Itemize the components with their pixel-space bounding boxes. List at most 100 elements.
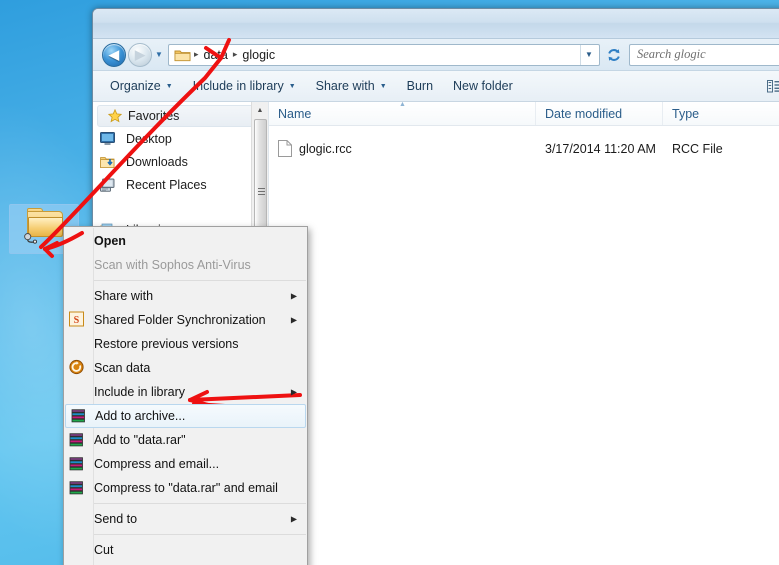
back-arrow-icon: ◀	[109, 47, 119, 62]
toolbar-share-with[interactable]: Share with ▼	[307, 75, 396, 97]
generic-file-icon	[278, 140, 292, 157]
chevron-down-icon: ▼	[585, 50, 593, 59]
winrar-icon	[69, 456, 86, 473]
context-menu-item-restore-previous-versions-label: Restore previous versions	[94, 337, 239, 351]
context-menu-separator	[94, 503, 306, 504]
context-menu-separator	[94, 534, 306, 535]
table-row[interactable]: glogic.rcc 3/17/2014 11:20 AM RCC File	[269, 137, 779, 160]
column-header-date-modified[interactable]: Date modified	[536, 102, 663, 125]
context-menu-item-include-in-library[interactable]: Include in library ▶	[64, 380, 307, 404]
context-menu-item-compress-to-data-rar-and-email[interactable]: Compress to "data.rar" and email	[64, 476, 307, 500]
chevron-down-icon: ▼	[379, 82, 387, 90]
context-menu-item-scan-data-label: Scan data	[94, 361, 151, 375]
refresh-icon	[608, 48, 620, 61]
context-menu: Open Scan with Sophos Anti-Virus Share w…	[63, 226, 308, 565]
toolbar-burn[interactable]: Burn	[398, 75, 442, 97]
context-menu-item-include-in-library-label: Include in library	[94, 385, 186, 399]
nav-group-favorites[interactable]: Favorites	[97, 105, 264, 127]
column-header-name[interactable]: Name ▲	[269, 101, 536, 125]
window-titlebar[interactable]	[93, 9, 779, 39]
context-menu-item-add-to-data-rar-label: Add to "data.rar"	[94, 433, 186, 447]
column-header-date-modified-label: Date modified	[545, 106, 623, 121]
change-view-icon[interactable]	[767, 79, 779, 93]
search-placeholder: Search glogic	[637, 47, 706, 61]
svg-text:S: S	[74, 315, 80, 326]
recent-places-icon	[100, 178, 115, 192]
context-menu-item-restore-previous-versions[interactable]: Restore previous versions	[64, 332, 307, 356]
file-list-column-header: Name ▲ Date modified Type	[269, 101, 779, 126]
breadcrumb-glogic[interactable]: glogic	[238, 46, 279, 64]
desktop-icon	[100, 131, 115, 145]
sophos-s-icon: S	[69, 311, 86, 329]
context-menu-item-scan-sophos[interactable]: Scan with Sophos Anti-Virus	[64, 253, 307, 277]
file-date-cell: 3/17/2014 11:20 AM	[545, 141, 656, 156]
context-menu-item-cut-label: Cut	[94, 543, 114, 557]
sidebar-item-desktop-label: Desktop	[126, 131, 172, 146]
context-menu-item-shared-folder-sync-label: Shared Folder Synchronization	[94, 313, 266, 327]
column-header-type[interactable]: Type	[663, 102, 779, 125]
winrar-icon	[69, 432, 86, 449]
toolbar-organize[interactable]: Organize ▼	[101, 75, 182, 97]
context-menu-item-scan-data[interactable]: Scan data	[64, 356, 307, 380]
context-menu-item-add-to-archive[interactable]: Add to archive...	[65, 404, 306, 428]
nav-group-favorites-label: Favorites	[128, 109, 180, 123]
refresh-button[interactable]	[603, 44, 625, 66]
sidebar-item-desktop[interactable]: Desktop	[93, 127, 268, 150]
sidebar-item-downloads-label: Downloads	[126, 154, 188, 169]
context-menu-item-compress-to-data-rar-and-email-label: Compress to "data.rar" and email	[94, 481, 278, 495]
winrar-icon	[69, 480, 86, 497]
context-menu-separator	[94, 280, 306, 281]
back-button[interactable]: ◀	[102, 42, 126, 67]
scroll-up-button[interactable]: ▲	[252, 102, 268, 118]
file-name-cell: glogic.rcc	[269, 140, 536, 157]
search-input[interactable]: Search glogic	[629, 43, 779, 66]
recent-pages-button[interactable]: ▼	[152, 43, 166, 67]
column-header-name-label: Name	[278, 106, 312, 121]
sidebar-item-recent-places[interactable]: Recent Places	[93, 173, 268, 196]
chevron-down-icon: ▼	[288, 82, 296, 90]
sidebar-item-recent-places-label: Recent Places	[126, 177, 207, 192]
address-bar-row: ◀ ▶ ▼ ▸ data ▸ glogic ▼ Search glogic	[93, 39, 779, 71]
forward-arrow-icon: ▶	[135, 47, 145, 62]
forward-button[interactable]: ▶	[128, 42, 152, 67]
submenu-arrow-icon: ▶	[290, 387, 297, 397]
toolbar-include-in-library-label: Include in library	[192, 79, 284, 93]
file-list-pane: Name ▲ Date modified Type glogic.rcc 3/1…	[269, 101, 779, 565]
folder-icon	[174, 50, 191, 61]
address-bar[interactable]: ▸ data ▸ glogic ▼	[168, 43, 600, 66]
context-menu-item-open[interactable]: Open	[64, 229, 307, 253]
sidebar-item-downloads[interactable]: Downloads	[93, 150, 268, 173]
toolbar-include-in-library[interactable]: Include in library ▼	[184, 75, 305, 97]
toolbar-new-folder-label: New folder	[453, 79, 513, 93]
scan-circle-icon	[69, 359, 86, 377]
context-menu-item-compress-and-email-label: Compress and email...	[94, 457, 220, 471]
context-menu-item-send-to[interactable]: Send to ▶	[64, 507, 307, 531]
breadcrumb-data[interactable]: data	[200, 46, 232, 64]
command-toolbar: Organize ▼ Include in library ▼ Share wi…	[93, 71, 779, 102]
context-menu-item-compress-and-email[interactable]: Compress and email...	[64, 452, 307, 476]
downloads-icon	[100, 156, 115, 168]
toolbar-organize-label: Organize	[110, 79, 161, 93]
file-name-label: glogic.rcc	[299, 141, 352, 156]
toolbar-share-with-label: Share with	[315, 79, 375, 93]
toolbar-new-folder[interactable]: New folder	[444, 75, 522, 97]
context-menu-item-share-with-label: Share with	[94, 289, 154, 303]
chevron-down-icon: ▼	[155, 50, 163, 59]
view-layout-icon	[767, 79, 779, 92]
context-menu-item-scan-sophos-label: Scan with Sophos Anti-Virus	[94, 258, 251, 272]
toolbar-burn-label: Burn	[406, 79, 434, 93]
context-menu-item-shared-folder-sync[interactable]: S Shared Folder Synchronization ▶	[64, 308, 307, 332]
star-icon	[108, 109, 122, 123]
address-dropdown-button[interactable]: ▼	[580, 44, 597, 65]
submenu-arrow-icon: ▶	[290, 315, 297, 325]
context-menu-item-cut[interactable]: Cut	[64, 538, 307, 562]
share-overlay-icon	[24, 233, 38, 244]
scrollbar-grip-icon	[258, 188, 265, 195]
column-header-type-label: Type	[672, 106, 700, 121]
context-menu-item-add-to-data-rar[interactable]: Add to "data.rar"	[64, 428, 307, 452]
winrar-icon	[71, 408, 88, 425]
sort-ascending-icon: ▲	[399, 101, 406, 108]
submenu-arrow-icon: ▶	[290, 514, 297, 524]
context-menu-item-share-with[interactable]: Share with ▶	[64, 284, 307, 308]
file-type-cell: RCC File	[672, 141, 723, 156]
